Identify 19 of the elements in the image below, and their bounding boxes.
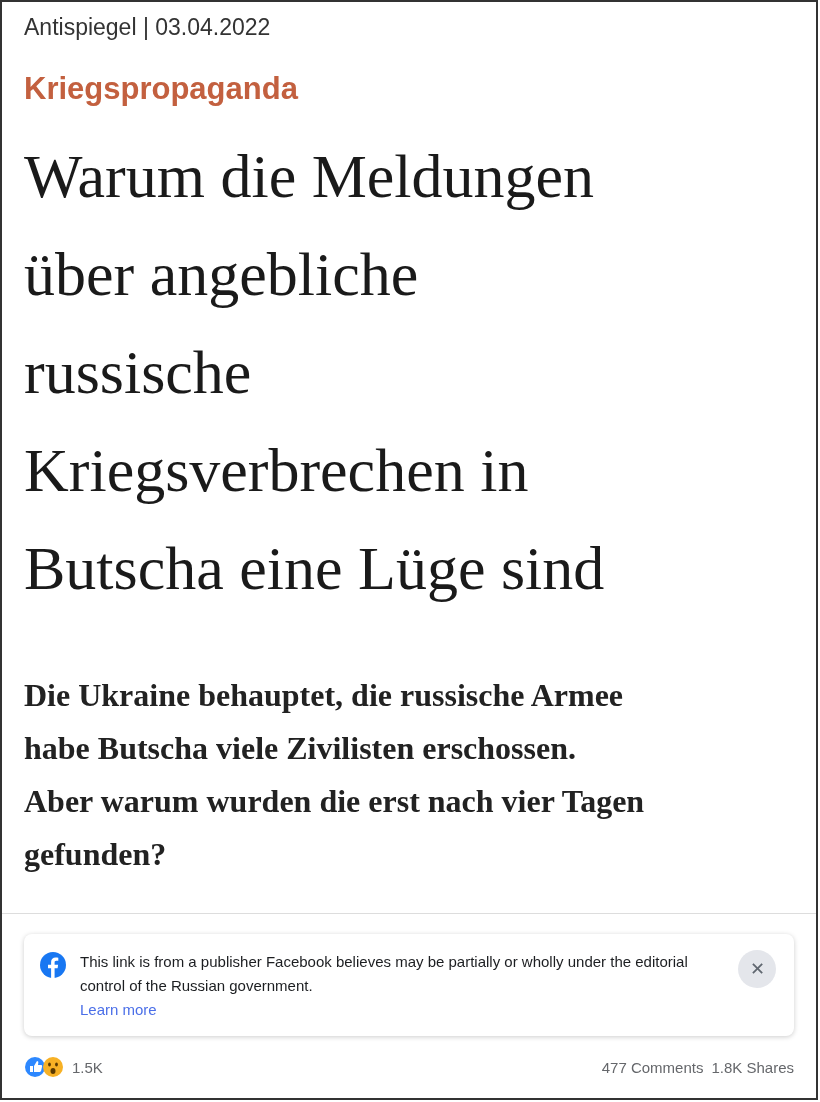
headline-line: Butscha eine Lüge sind	[24, 533, 605, 604]
close-button[interactable]: ✕	[738, 950, 776, 988]
comments-count[interactable]: 477 Comments	[601, 1058, 704, 1076]
category-label: Kriegspropaganda	[24, 71, 298, 107]
facebook-icon	[40, 952, 66, 978]
headline-line: russische	[24, 337, 252, 408]
headline-line: Kriegsverbrechen in	[24, 435, 529, 506]
reaction-icons	[24, 1056, 64, 1078]
subtitle-line: gefunden?	[24, 835, 167, 874]
learn-more-link[interactable]: Learn more	[80, 998, 157, 1022]
subtitle-line: habe Butscha viele Zivilisten erschossen.	[24, 729, 576, 768]
notice-text: This link is from a publisher Facebook believes may be partially or wholly under the editorial control of the Russian government.	[80, 952, 689, 996]
subtitle-line: Aber warum wurden die erst nach vier Tagen	[24, 782, 645, 821]
headline-line: Warum die Meldungen	[24, 141, 595, 212]
source-date: Antispiegel | 03.04.2022	[24, 14, 272, 41]
headline-line: über angebliche	[24, 239, 419, 310]
shares-count[interactable]: 1.8K Shares	[711, 1058, 794, 1076]
subtitle-line: Die Ukraine behauptet, die russische Armee	[24, 676, 624, 715]
reaction-count[interactable]: 1.5K	[72, 1058, 103, 1076]
